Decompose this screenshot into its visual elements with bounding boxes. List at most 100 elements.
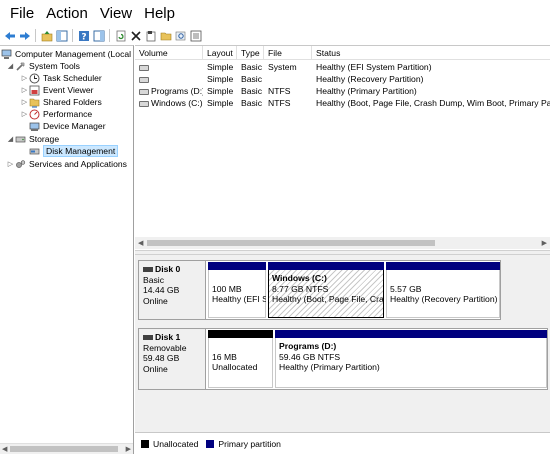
properties-icon[interactable] bbox=[144, 29, 157, 42]
partition-title: Windows (C:) bbox=[272, 273, 327, 283]
legend-label: Primary partition bbox=[218, 438, 281, 449]
tree-item-computer-management[interactable]: Computer Management (Local bbox=[1, 48, 131, 60]
cell-status: Healthy (EFI System Partition) bbox=[316, 62, 432, 72]
tree-horizontal-scrollbar[interactable]: ◀ ▶ bbox=[0, 443, 133, 454]
expand-arrow-icon[interactable]: ▷ bbox=[20, 86, 29, 94]
tree-item-performance[interactable]: ▷ Performance bbox=[20, 108, 92, 120]
help-icon[interactable]: ? bbox=[77, 29, 90, 42]
show-hide-tree-icon[interactable] bbox=[55, 29, 68, 42]
volume-icon bbox=[139, 100, 149, 107]
legend-swatch-unallocated bbox=[141, 439, 149, 448]
cell-volume: Windows (C:) bbox=[135, 97, 203, 109]
volume-list-horizontal-scrollbar[interactable]: ◀ ▶ bbox=[135, 237, 550, 249]
cell-layout: Simple bbox=[207, 62, 234, 72]
tree-item-storage[interactable]: ◢ Storage bbox=[6, 133, 59, 145]
export-list-icon[interactable] bbox=[189, 29, 202, 42]
scroll-right-icon[interactable]: ▶ bbox=[542, 239, 547, 247]
search-icon[interactable] bbox=[174, 29, 187, 42]
cell-volume: Programs (D:) bbox=[135, 85, 203, 97]
table-row[interactable]: Simple Basic Healthy (Recovery Partition… bbox=[135, 73, 550, 85]
cell-status: Healthy (Boot, Page File, Crash Dump, Wi… bbox=[316, 98, 550, 108]
storage-icon bbox=[15, 134, 26, 145]
cell-type: Basic bbox=[241, 74, 263, 84]
partition-size: 100 MB bbox=[212, 283, 242, 294]
services-icon bbox=[15, 159, 26, 170]
menu-action[interactable]: Action bbox=[40, 5, 94, 22]
open-folder-icon[interactable] bbox=[159, 29, 172, 42]
expand-arrow-icon[interactable]: ▷ bbox=[20, 98, 29, 106]
scrollbar-thumb[interactable] bbox=[147, 240, 435, 246]
partition-status: Unallocated bbox=[212, 362, 258, 372]
partition-size: 59.46 GB NTFS bbox=[279, 351, 341, 362]
cell-type: Basic bbox=[241, 86, 263, 96]
scroll-left-icon[interactable]: ◀ bbox=[2, 445, 7, 453]
legend-swatch-primary bbox=[206, 439, 215, 448]
tree-item-system-tools[interactable]: ◢ System Tools bbox=[6, 60, 80, 72]
expand-arrow-icon[interactable]: ▷ bbox=[20, 74, 29, 82]
refresh-icon[interactable] bbox=[114, 29, 127, 42]
tree-item-services-applications[interactable]: ▷ Services and Applications bbox=[6, 158, 127, 170]
clock-icon bbox=[29, 73, 40, 84]
menu-file[interactable]: File bbox=[4, 5, 40, 22]
menu-view[interactable]: View bbox=[94, 5, 138, 22]
up-folder-icon[interactable] bbox=[40, 29, 53, 42]
disk-state: Online bbox=[143, 363, 168, 374]
scroll-right-icon[interactable]: ▶ bbox=[126, 445, 131, 453]
tree-item-disk-management[interactable]: Disk Management bbox=[29, 145, 119, 157]
column-header-layout[interactable]: Layout bbox=[203, 46, 237, 60]
cell-file-system: NTFS bbox=[268, 86, 291, 96]
event-viewer-icon bbox=[29, 85, 40, 96]
collapse-arrow-icon[interactable]: ◢ bbox=[6, 135, 15, 143]
cell-file-system bbox=[264, 73, 312, 85]
unallocated-bar bbox=[208, 330, 273, 338]
partition-size: 16 MB bbox=[212, 351, 237, 362]
volume-list-header: Volume Layout Type File System Status bbox=[135, 46, 550, 72]
partition-unallocated[interactable]: 16 MB Unallocated bbox=[208, 330, 273, 388]
column-header-volume[interactable]: Volume bbox=[135, 46, 203, 60]
column-header-type[interactable]: Type bbox=[237, 46, 264, 60]
legend: Unallocated Primary partition bbox=[135, 432, 550, 454]
expand-arrow-icon[interactable]: ▷ bbox=[20, 110, 29, 118]
table-row[interactable]: Simple Basic Healthy (EFI System Partiti… bbox=[135, 61, 550, 73]
partition-status: Healthy (Primary Partition) bbox=[279, 362, 380, 372]
back-icon[interactable] bbox=[3, 29, 16, 42]
partition-size: 8.77 GB NTFS bbox=[272, 283, 329, 294]
shared-folder-icon bbox=[29, 97, 40, 108]
partition-status: Healthy (EFI S bbox=[212, 294, 266, 304]
cell-status: Healthy (Recovery Partition) bbox=[316, 74, 424, 84]
tree-item-shared-folders[interactable]: ▷ Shared Folders bbox=[20, 96, 102, 108]
partition-windows-c[interactable]: Windows (C:) 8.77 GB NTFS Healthy (Boot,… bbox=[268, 262, 384, 318]
primary-partition-bar bbox=[275, 330, 547, 338]
table-row[interactable]: Windows (C:) Simple Basic NTFS Healthy (… bbox=[135, 97, 550, 109]
scroll-left-icon[interactable]: ◀ bbox=[138, 239, 143, 247]
volume-icon bbox=[139, 76, 149, 83]
partition-efi[interactable]: 100 MB Healthy (EFI S bbox=[208, 262, 266, 318]
expand-arrow-icon[interactable]: ▷ bbox=[6, 160, 15, 168]
partition-programs-d[interactable]: Programs (D:) 59.46 GB NTFS Healthy (Pri… bbox=[275, 330, 547, 388]
column-header-status[interactable]: Status bbox=[312, 46, 550, 60]
menu-help[interactable]: Help bbox=[138, 5, 181, 22]
show-hide-action-pane-icon[interactable] bbox=[92, 29, 105, 42]
primary-partition-bar bbox=[208, 262, 266, 270]
tree-item-label: Storage bbox=[29, 134, 60, 144]
cell-layout: Simple bbox=[207, 74, 234, 84]
scrollbar-thumb[interactable] bbox=[10, 446, 118, 452]
tree-item-task-scheduler[interactable]: ▷ Task Scheduler bbox=[20, 72, 102, 84]
forward-icon[interactable] bbox=[18, 29, 31, 42]
cell-type: Basic bbox=[241, 62, 263, 72]
toolbar: ? bbox=[0, 27, 550, 44]
disk-0-label[interactable]: Disk 0 Basic 14.44 GB Online bbox=[138, 260, 206, 320]
tree-item-event-viewer[interactable]: ▷ Event Viewer bbox=[20, 84, 94, 96]
partition-status: Healthy (Boot, Page File, Cras bbox=[272, 294, 384, 304]
collapse-arrow-icon[interactable]: ◢ bbox=[6, 62, 15, 70]
volume-name: Programs (D:) bbox=[151, 86, 203, 96]
disk-1-label[interactable]: Disk 1 Removable 59.48 GB Online bbox=[138, 328, 206, 390]
disk-type: Basic bbox=[143, 274, 165, 285]
partition-body: 100 MB Healthy (EFI S bbox=[208, 270, 266, 318]
cell-layout: Simple bbox=[207, 98, 234, 108]
table-row[interactable]: Programs (D:) Simple Basic NTFS Healthy … bbox=[135, 85, 550, 97]
delete-icon[interactable] bbox=[129, 29, 142, 42]
tree-item-device-manager[interactable]: Device Manager bbox=[29, 120, 106, 132]
column-header-file-system[interactable]: File System bbox=[264, 46, 312, 72]
partition-recovery[interactable]: 5.57 GB Healthy (Recovery Partition) bbox=[386, 262, 500, 318]
